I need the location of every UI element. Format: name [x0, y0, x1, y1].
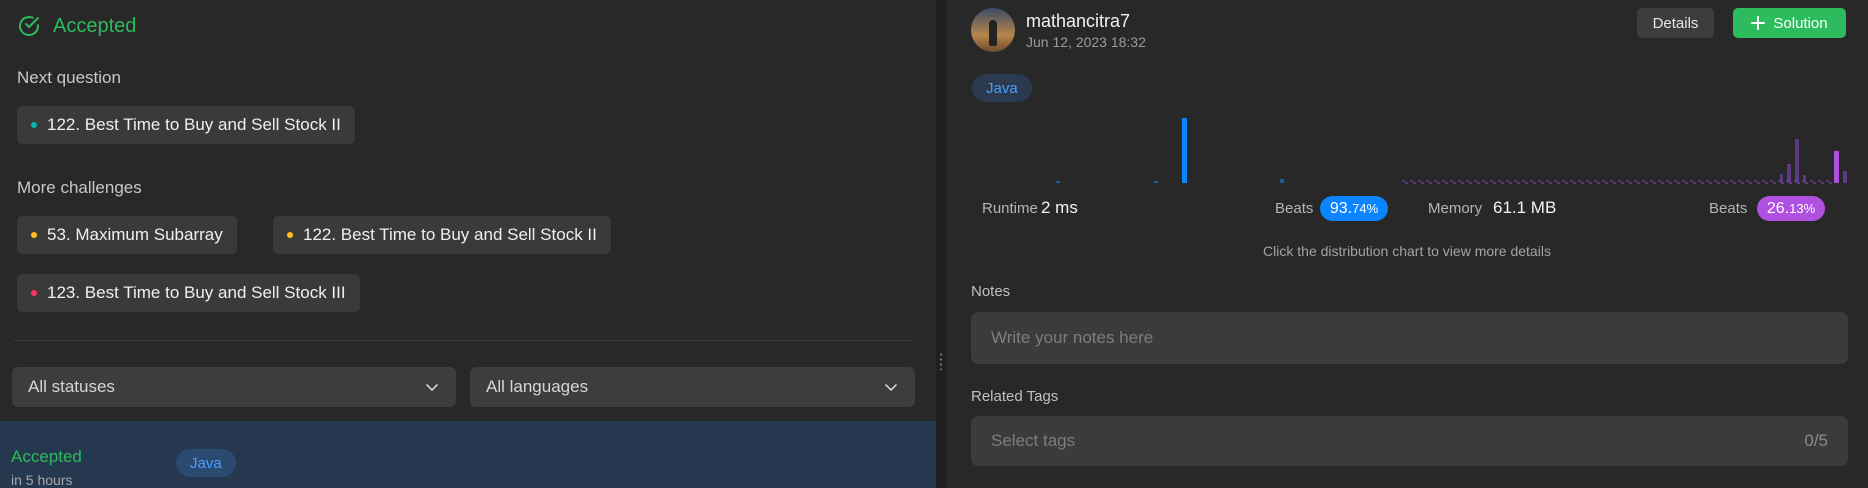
- next-question-title: 122. Best Time to Buy and Sell Stock II: [47, 115, 341, 134]
- avatar[interactable]: [971, 8, 1015, 52]
- runtime-beats-int: 93.: [1329, 199, 1353, 217]
- tags-placeholder: Select tags: [991, 431, 1076, 450]
- plus-icon: [1751, 16, 1766, 30]
- submission-date: Jun 12, 2023 18:32: [1026, 34, 1146, 50]
- related-tags-label: Related Tags: [971, 388, 1059, 405]
- runtime-bar: [1182, 118, 1187, 183]
- challenge-title: 123. Best Time to Buy and Sell Stock III: [47, 283, 346, 302]
- chevron-down-icon: [426, 384, 438, 391]
- details-button[interactable]: Details: [1637, 8, 1714, 38]
- memory-bar: [1787, 164, 1791, 183]
- memory-bar: [1834, 151, 1839, 183]
- challenge-chip[interactable]: 123. Best Time to Buy and Sell Stock III: [17, 274, 360, 312]
- more-challenges-label: More challenges: [17, 178, 142, 197]
- left-pane: Accepted Next question 122. Best Time to…: [0, 0, 936, 488]
- distribution-chart[interactable]: [972, 118, 1852, 188]
- submission-row[interactable]: Accepted in 5 hours Java: [0, 421, 936, 488]
- memory-bar: [1780, 174, 1783, 183]
- memory-beats-label: Beats: [1709, 200, 1748, 217]
- pane-splitter[interactable]: [936, 0, 946, 488]
- right-pane: mathancitra7 Jun 12, 2023 18:32 Details …: [946, 0, 1868, 488]
- status-filter-select[interactable]: All statuses: [12, 367, 456, 407]
- tags-input[interactable]: Select tags 0/5: [971, 416, 1848, 466]
- difficulty-dot: [31, 122, 37, 128]
- challenge-title: 122. Best Time to Buy and Sell Stock II: [303, 225, 597, 244]
- drag-handle-icon: [940, 352, 942, 370]
- difficulty-dot: [31, 290, 37, 296]
- difficulty-dot: [31, 232, 37, 238]
- runtime-bar: [1056, 181, 1060, 183]
- chart-hint: Click the distribution chart to view mor…: [1263, 243, 1551, 259]
- notes-input[interactable]: Write your notes here: [971, 312, 1848, 364]
- accepted-title: Accepted: [53, 14, 137, 37]
- chevron-down-icon: [885, 384, 897, 391]
- memory-bar: [1795, 139, 1799, 183]
- accepted-header: Accepted: [17, 14, 136, 38]
- runtime-value: 2 ms: [1041, 198, 1078, 217]
- status-filter-value: All statuses: [28, 377, 115, 396]
- challenge-chip[interactable]: 122. Best Time to Buy and Sell Stock II: [273, 216, 611, 254]
- solution-button-label: Solution: [1773, 14, 1828, 32]
- memory-value: 61.1 MB: [1493, 198, 1557, 217]
- memory-bar: [1843, 171, 1847, 183]
- submission-page: Accepted Next question 122. Best Time to…: [0, 0, 1868, 488]
- memory-baseline: [1401, 180, 1833, 184]
- submission-status: Accepted: [11, 447, 82, 466]
- challenge-title: 53. Maximum Subarray: [47, 225, 223, 244]
- runtime-beats-label: Beats: [1275, 200, 1314, 217]
- runtime-bar: [1154, 181, 1158, 183]
- notes-placeholder: Write your notes here: [991, 328, 1154, 347]
- next-question-chip[interactable]: 122. Best Time to Buy and Sell Stock II: [17, 106, 355, 144]
- memory-beats-badge: 26. 13%: [1757, 196, 1825, 221]
- tags-count: 0/5: [1804, 431, 1828, 450]
- language-badge: Java: [972, 74, 1032, 102]
- language-filter-select[interactable]: All languages: [470, 367, 915, 407]
- memory-beats-dec: 13%: [1789, 201, 1816, 216]
- memory-label: Memory: [1428, 200, 1483, 217]
- difficulty-dot: [287, 232, 293, 238]
- runtime-beats-dec: 74%: [1352, 201, 1379, 216]
- notes-label: Notes: [971, 283, 1011, 300]
- runtime-label: Runtime: [982, 200, 1038, 217]
- solution-button[interactable]: Solution: [1733, 8, 1846, 38]
- check-circle-icon: [19, 16, 39, 36]
- submission-language-badge: Java: [176, 449, 236, 477]
- runtime-bar: [1280, 179, 1284, 183]
- challenge-chip[interactable]: 53. Maximum Subarray: [17, 216, 237, 254]
- next-question-label: Next question: [17, 68, 121, 87]
- runtime-beats-badge: 93. 74%: [1320, 196, 1388, 221]
- submission-time: in 5 hours: [11, 472, 73, 488]
- memory-beats-int: 26.: [1766, 199, 1790, 217]
- memory-bar: [1803, 175, 1806, 183]
- divider: [14, 340, 912, 341]
- username[interactable]: mathancitra7: [1026, 11, 1130, 32]
- language-filter-value: All languages: [486, 377, 589, 396]
